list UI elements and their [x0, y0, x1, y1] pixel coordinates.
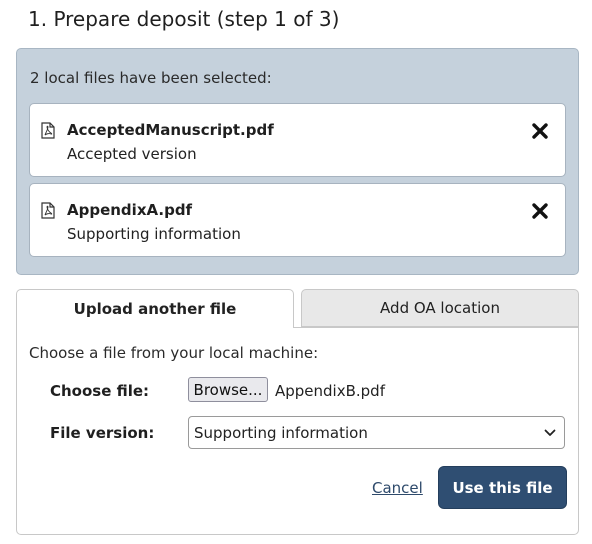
selected-files-summary: 2 local files have been selected:	[30, 69, 272, 87]
chosen-file-name: AppendixB.pdf	[275, 382, 385, 400]
tab-upload-another-file[interactable]: Upload another file	[16, 289, 294, 328]
selected-files-panel: 2 local files have been selected: Accept…	[16, 48, 579, 275]
cancel-link[interactable]: Cancel	[372, 479, 423, 497]
file-version-label: File version:	[50, 424, 155, 442]
file-name: AcceptedManuscript.pdf	[67, 121, 274, 139]
browse-button[interactable]: Browse...	[188, 377, 268, 402]
page-title: 1. Prepare deposit (step 1 of 3)	[28, 7, 340, 31]
file-version: Supporting information	[67, 225, 241, 243]
use-this-file-button[interactable]: Use this file	[438, 466, 567, 509]
chevron-down-icon	[544, 429, 556, 436]
upload-tab-content: Choose a file from your local machine: C…	[16, 327, 579, 535]
close-icon	[532, 123, 548, 139]
remove-file-button[interactable]	[531, 122, 549, 140]
close-icon	[532, 203, 548, 219]
selected-file-card: AppendixA.pdf Supporting information	[29, 183, 566, 257]
file-name: AppendixA.pdf	[67, 201, 193, 219]
selected-file-card: AcceptedManuscript.pdf Accepted version	[29, 103, 566, 177]
tab-add-oa-location[interactable]: Add OA location	[301, 289, 579, 327]
remove-file-button[interactable]	[531, 202, 549, 220]
choose-file-label: Choose file:	[50, 382, 150, 400]
upload-panel: Upload another file Add OA location Choo…	[16, 289, 579, 535]
file-version-select[interactable]: Supporting information	[188, 416, 565, 449]
pdf-file-icon	[41, 122, 55, 139]
file-version-selected-value: Supporting information	[194, 424, 368, 442]
file-version: Accepted version	[67, 145, 197, 163]
upload-instructions: Choose a file from your local machine:	[29, 344, 319, 362]
pdf-file-icon	[41, 202, 55, 219]
